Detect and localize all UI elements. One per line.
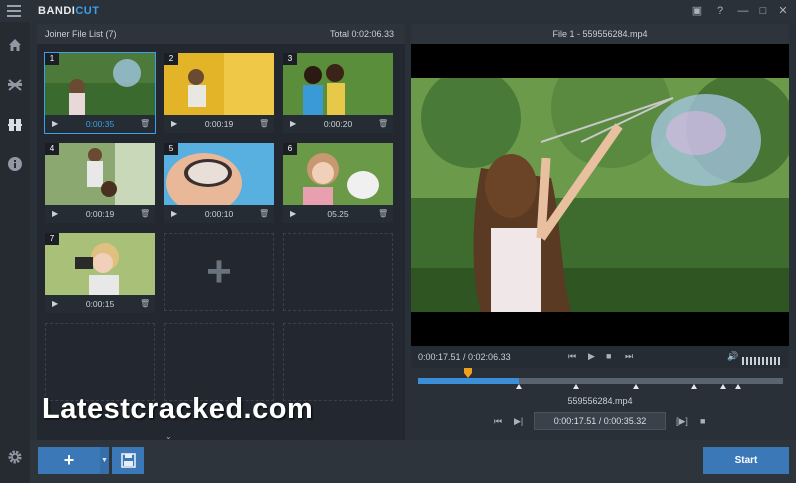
segment-play-icon[interactable]: ▶| (514, 416, 523, 427)
clip-duration: 0:00:15 (85, 299, 115, 309)
clip-thumbnail (45, 53, 155, 115)
add-icon[interactable]: + (164, 248, 274, 296)
clip-controls: ▶ 0:00:35 🗑 (45, 115, 155, 133)
clip-thumbnail (45, 233, 155, 295)
add-files-button[interactable]: + (38, 447, 100, 474)
empty-slot (283, 233, 393, 311)
clip-controls: ▶ 0:00:19 🗑 (164, 115, 274, 133)
segment-marker[interactable] (720, 384, 726, 389)
maximize-button[interactable]: □ (754, 3, 772, 19)
segment-marker[interactable] (516, 384, 522, 389)
trash-icon[interactable]: 🗑 (378, 119, 388, 128)
clip-duration: 0:00:19 (204, 119, 234, 129)
stop-icon[interactable]: ■ (606, 351, 611, 361)
clip-number: 3 (283, 53, 297, 65)
clip-card-5[interactable]: 5 ▶ 0:00:10 🗑 (164, 143, 274, 223)
clip-thumbnail (164, 53, 274, 115)
volume-icon[interactable]: 🔊 (727, 351, 738, 362)
clip-duration: 0:00:35 (85, 119, 115, 129)
clip-thumbnail (283, 143, 393, 205)
clip-number: 2 (164, 53, 178, 65)
segment-start-icon[interactable]: ⏮ (494, 416, 502, 427)
start-button[interactable]: Start (703, 447, 789, 474)
close-button[interactable]: ✕ (774, 3, 792, 19)
info-icon[interactable] (6, 156, 24, 174)
playhead-marker[interactable] (463, 367, 473, 378)
joiner-total-duration: Total 0:02:06.33 (330, 29, 395, 39)
empty-slot (164, 323, 274, 401)
clip-duration: 0:00:19 (85, 209, 115, 219)
clip-card-3[interactable]: 3 ▶ 0:00:20 🗑 (283, 53, 393, 133)
hamburger-menu-icon[interactable] (7, 5, 21, 17)
clip-card-2[interactable]: 2 ▶ 0:00:19 🗑 (164, 53, 274, 133)
segment-stop-icon[interactable]: ■ (700, 416, 705, 426)
clip-thumbnail (45, 143, 155, 205)
chevron-down-icon[interactable]: ▼ (100, 447, 109, 474)
segment-end-icon[interactable]: [▶] (676, 416, 688, 427)
trash-icon[interactable]: 🗑 (140, 209, 150, 218)
clip-card-1[interactable]: 1 ▶ 0:00:35 🗑 (44, 52, 156, 134)
trash-icon[interactable]: 🗑 (259, 209, 269, 218)
clip-number: 1 (45, 53, 59, 65)
clip-duration: 05.25 (327, 209, 349, 219)
trash-icon[interactable]: 🗑 (259, 119, 269, 128)
trash-icon[interactable]: 🗑 (378, 209, 388, 218)
clip-card-7[interactable]: 7 ▶ 0:00:15 🗑 (45, 233, 155, 313)
empty-slot (45, 323, 155, 401)
clip-controls: ▶ 05.25 🗑 (283, 205, 393, 223)
app-logo: BANDICUT (38, 5, 100, 17)
clip-thumbnail (164, 143, 274, 205)
next-frame-icon[interactable]: ⏭ (625, 351, 633, 362)
trash-icon[interactable]: 🗑 (140, 119, 150, 128)
playback-time: 0:00:17.51 / 0:02:06.33 (418, 352, 511, 362)
clip-controls: ▶ 0:00:10 🗑 (164, 205, 274, 223)
minimize-button[interactable]: — (734, 3, 752, 19)
segment-marker[interactable] (573, 384, 579, 389)
home-icon[interactable] (6, 37, 24, 55)
clip-number: 6 (283, 143, 297, 155)
volume-slider[interactable] (742, 352, 782, 365)
segment-time-readout: 0:00:17.51 / 0:00:35.32 (534, 412, 666, 430)
video-frame (411, 78, 789, 312)
joiner-tool-icon[interactable] (6, 117, 24, 135)
bottom-toolbar (30, 440, 796, 483)
clip-number: 4 (45, 143, 59, 155)
clip-number: 5 (164, 143, 178, 155)
settings-gear-icon[interactable] (6, 449, 24, 467)
clip-thumbnail (283, 53, 393, 115)
empty-slot (283, 323, 393, 401)
segment-marker[interactable] (691, 384, 697, 389)
trash-icon[interactable]: 🗑 (140, 299, 150, 308)
previous-frame-icon[interactable]: ⏮ (568, 351, 576, 362)
cut-tool-icon[interactable] (6, 77, 24, 95)
clip-controls: ▶ 0:00:19 🗑 (45, 205, 155, 223)
clip-card-6[interactable]: 6 ▶ 05.25 🗑 (283, 143, 393, 223)
clip-controls: ▶ 0:00:20 🗑 (283, 115, 393, 133)
segment-marker[interactable] (735, 384, 741, 389)
watermark-text: Latestcracked.com (42, 393, 314, 425)
clip-controls: ▶ 0:00:15 🗑 (45, 295, 155, 313)
joiner-title: Joiner File List (7) (45, 29, 117, 39)
save-list-button[interactable] (112, 447, 144, 474)
clip-number: 7 (45, 233, 59, 245)
clip-duration: 0:00:20 (323, 119, 353, 129)
clip-card-4[interactable]: 4 ▶ 0:00:19 🗑 (45, 143, 155, 223)
play-icon[interactable]: ▶ (588, 351, 595, 362)
segment-file-name: 559556284.mp4 (567, 396, 633, 406)
preview-file-title: File 1 - 559556284.mp4 (552, 29, 648, 39)
clip-duration: 0:00:10 (204, 209, 234, 219)
segment-marker[interactable] (633, 384, 639, 389)
folder-icon[interactable]: ▣ (688, 3, 706, 19)
title-bar (0, 0, 796, 22)
help-icon[interactable]: ? (711, 3, 729, 19)
